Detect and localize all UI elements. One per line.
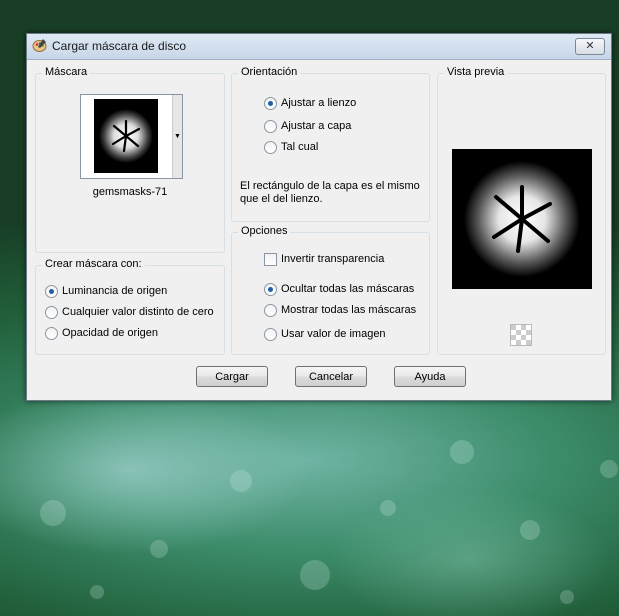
checkbox[interactable] xyxy=(264,253,277,266)
mask-selector[interactable]: ▼ xyxy=(80,94,183,179)
radio-label: Usar valor de imagen xyxy=(281,328,386,340)
mask-name: gemsmasks-71 xyxy=(92,186,168,198)
opciones-group: Opciones Invertir transparencia Ocultar … xyxy=(231,225,430,355)
radio-button[interactable] xyxy=(264,141,277,154)
vista-previa-group: Vista previa xyxy=(437,66,606,355)
radio-button[interactable] xyxy=(264,97,277,110)
radio-label: Ocultar todas las máscaras xyxy=(281,283,415,295)
checkbox-label: Invertir transparencia xyxy=(281,253,385,265)
radio-button[interactable] xyxy=(264,328,277,341)
mascara-group-label: Máscara xyxy=(42,66,91,78)
mask-preview-image xyxy=(452,149,592,289)
radio-label: Ajustar a capa xyxy=(281,120,352,132)
cargar-button[interactable]: Cargar xyxy=(196,366,268,387)
checkerboard-icon[interactable] xyxy=(510,324,532,346)
window-title: Cargar máscara de disco xyxy=(52,39,187,53)
radio-label: Tal cual xyxy=(281,141,319,153)
radio-button[interactable] xyxy=(264,120,277,133)
mask-thumbnail xyxy=(94,99,158,173)
orientacion-group-label: Orientación xyxy=(238,66,301,78)
close-icon: ✕ xyxy=(585,40,595,52)
cancelar-button[interactable]: Cancelar xyxy=(295,366,367,387)
radio-label: Ajustar a lienzo xyxy=(281,97,357,109)
crear-mascara-group: Crear máscara con: Luminancia de origen … xyxy=(35,258,225,355)
ayuda-button[interactable]: Ayuda xyxy=(394,366,466,387)
radio-label: Luminancia de origen xyxy=(62,285,168,297)
chevron-down-icon: ▼ xyxy=(174,133,181,140)
title-bar[interactable]: Cargar máscara de disco ✕ xyxy=(27,34,611,60)
mask-dropdown-button[interactable]: ▼ xyxy=(172,95,182,178)
radio-label: Cualquier valor distinto de cero xyxy=(62,306,214,318)
radio-button[interactable] xyxy=(45,327,58,340)
orientacion-group: Orientación Ajustar a lienzo Ajustar a c… xyxy=(231,66,430,222)
mascara-group: Máscara ▼ gemsmasks-71 xyxy=(35,66,225,253)
opciones-group-label: Opciones xyxy=(238,225,291,237)
radio-button[interactable] xyxy=(264,304,277,317)
radio-button[interactable] xyxy=(45,285,58,298)
radio-button[interactable] xyxy=(264,283,277,296)
crear-mascara-group-label: Crear máscara con: xyxy=(42,258,145,270)
orientacion-description: El rectángulo de la capa es el mismo que… xyxy=(240,180,420,205)
load-mask-dialog: Cargar máscara de disco ✕ Máscara ▼ gems… xyxy=(26,33,612,401)
close-button[interactable]: ✕ xyxy=(575,38,605,55)
radio-label: Opacidad de origen xyxy=(62,327,159,339)
radio-label: Mostrar todas las máscaras xyxy=(281,304,417,316)
vista-previa-group-label: Vista previa xyxy=(444,66,508,78)
radio-button[interactable] xyxy=(45,306,58,319)
paint-palette-icon xyxy=(32,39,47,52)
